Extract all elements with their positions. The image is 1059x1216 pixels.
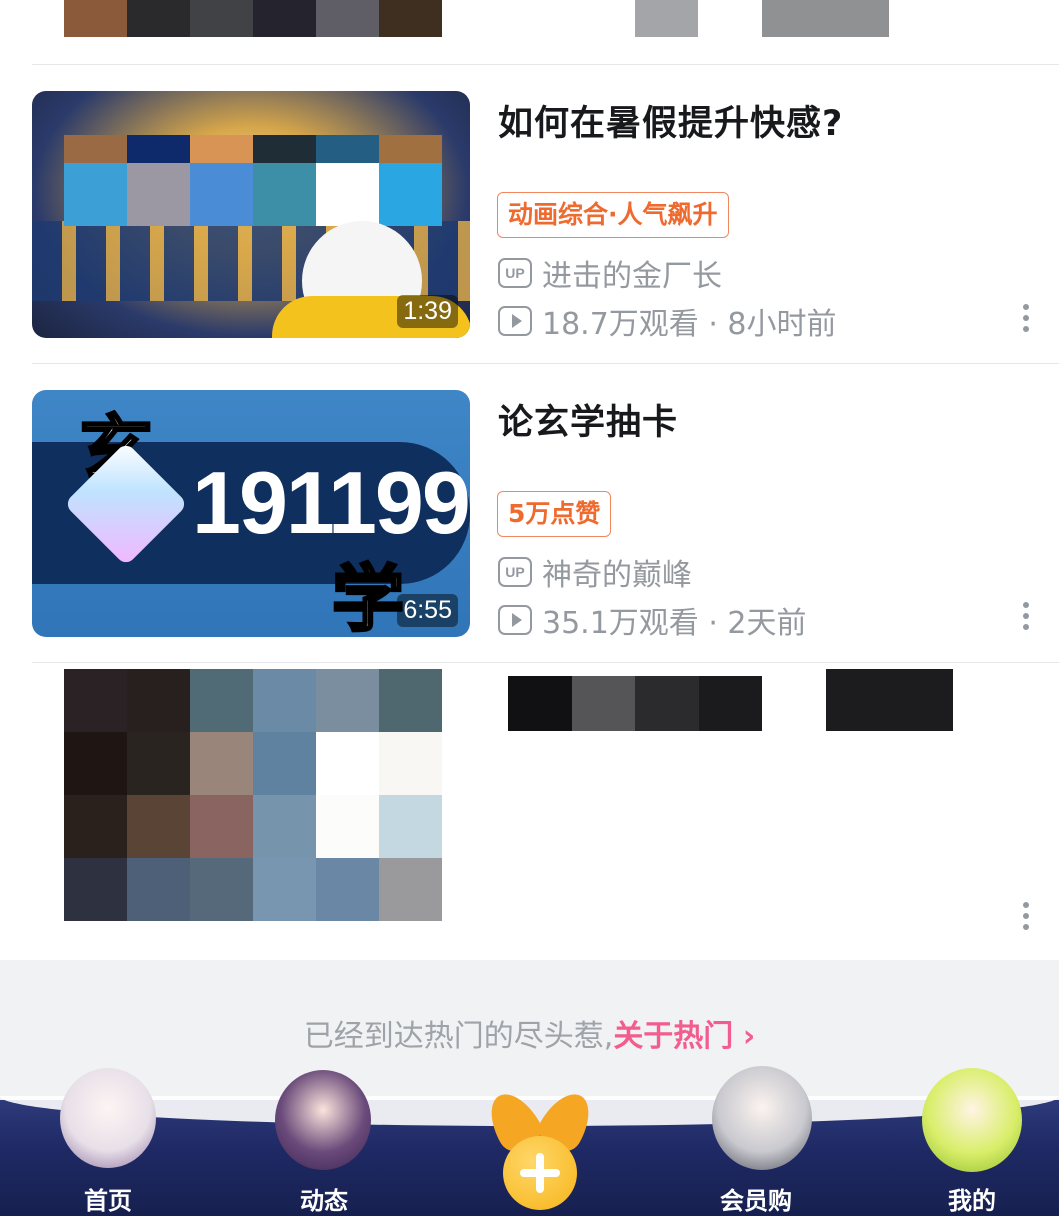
- view-stats: 18.7万观看 · 8小时前: [542, 307, 837, 342]
- uploader-row[interactable]: UP 神奇的巅峰: [498, 550, 692, 594]
- video-title[interactable]: 如何在暑假提升快感?: [498, 95, 843, 146]
- more-options-icon[interactable]: [1019, 602, 1033, 630]
- up-icon: UP: [498, 258, 532, 288]
- play-count-icon: [498, 306, 532, 336]
- tab-mine[interactable]: 我的: [902, 1181, 1042, 1216]
- play-count-icon: [498, 605, 532, 635]
- censored-title-block: [826, 669, 953, 731]
- up-icon: UP: [498, 557, 532, 587]
- view-stats: 35.1万观看 · 2天前: [542, 606, 807, 641]
- plus-icon[interactable]: [503, 1136, 577, 1210]
- video-duration: 1:39: [397, 295, 458, 328]
- more-options-icon[interactable]: [1019, 304, 1033, 332]
- trending-tag: 动画综合·人气飙升: [497, 192, 729, 238]
- tab-dynamic-mascot-icon: [275, 1070, 371, 1170]
- uploader-name: 进击的金厂长: [542, 259, 722, 294]
- uploader-name: 神奇的巅峰: [542, 558, 692, 593]
- stats-row: 35.1万观看 · 2天前: [498, 598, 807, 642]
- censored-thumbnail-top: [64, 0, 442, 37]
- more-options-icon[interactable]: [1019, 902, 1033, 930]
- divider: [32, 64, 1059, 65]
- divider: [32, 662, 1059, 663]
- censored-block: [635, 0, 698, 37]
- likes-tag: 5万点赞: [497, 491, 612, 537]
- tab-home[interactable]: 首页: [38, 1181, 178, 1216]
- tab-mine-mascot-icon: [922, 1068, 1022, 1172]
- video-thumbnail[interactable]: 玄 191199 学 6:55: [32, 390, 470, 637]
- video-title[interactable]: 论玄学抽卡: [498, 394, 678, 445]
- censored-thumbnail[interactable]: [64, 669, 442, 921]
- video-card[interactable]: 1:39 如何在暑假提升快感? 动画综合·人气飙升 UP 进击的金厂长 18.7…: [0, 91, 1059, 361]
- thumb-glyph-bottom: 学: [330, 556, 405, 638]
- tab-home-mascot-icon: [60, 1068, 156, 1168]
- tab-member-shop[interactable]: 会员购: [686, 1181, 826, 1216]
- thumb-number: 191199: [192, 453, 470, 552]
- censored-overlay: [64, 135, 442, 226]
- censored-block: [762, 0, 889, 37]
- end-text: 已经到达热门的尽头惹,: [303, 1019, 614, 1054]
- about-trending-link[interactable]: 关于热门: [613, 1019, 733, 1054]
- video-thumbnail[interactable]: 1:39: [32, 91, 470, 338]
- video-duration: 6:55: [397, 594, 458, 627]
- tab-shop-mascot-icon: [712, 1066, 812, 1170]
- censored-title-block: [508, 676, 762, 731]
- video-card[interactable]: 玄 191199 学 6:55 论玄学抽卡 5万点赞 UP 神奇的巅峰 35.1…: [0, 390, 1059, 660]
- stats-row: 18.7万观看 · 8小时前: [498, 299, 837, 343]
- divider: [32, 363, 1059, 364]
- end-of-feed-message: 已经到达热门的尽头惹,关于热门 ›: [0, 1011, 1059, 1055]
- uploader-row[interactable]: UP 进击的金厂长: [498, 251, 722, 295]
- tab-dynamic[interactable]: 动态: [254, 1181, 394, 1216]
- chevron-right-icon[interactable]: ›: [743, 1019, 755, 1054]
